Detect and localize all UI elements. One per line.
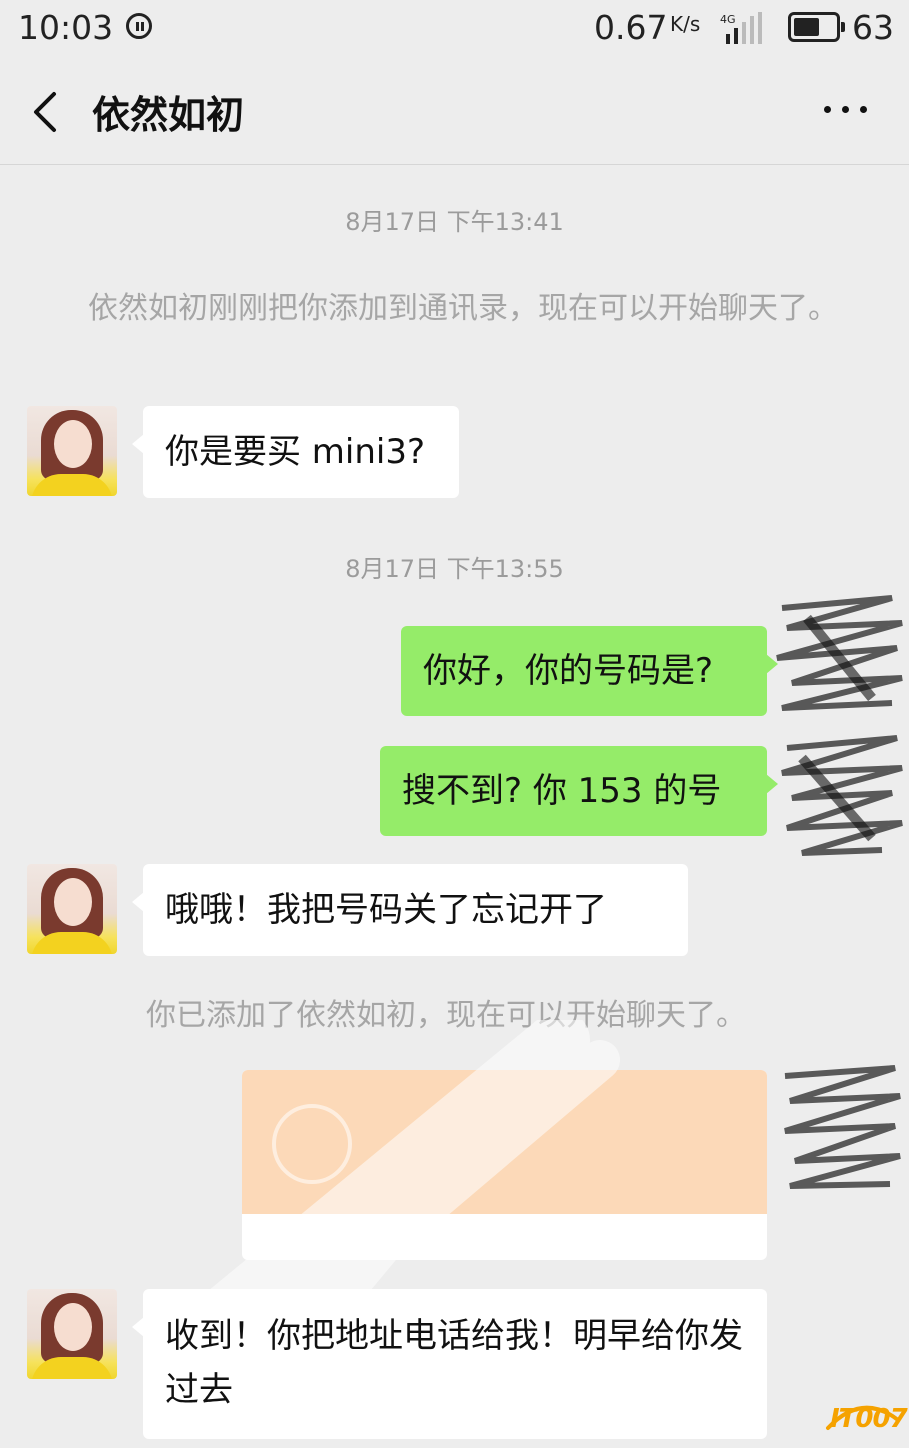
message-text: 哦哦！我把号码关了忘记开了 bbox=[165, 890, 607, 930]
battery-level: 63 bbox=[852, 8, 894, 47]
message-bubble-incoming[interactable]: 你是要买 mini3? bbox=[132, 406, 459, 498]
redaction-scribble bbox=[770, 1056, 909, 1196]
more-button[interactable] bbox=[820, 100, 870, 120]
chat-title: 依然如初 bbox=[92, 93, 245, 137]
message-bubble-incoming[interactable]: 收到！你把地址电话给我！明早给你发过去 bbox=[132, 1289, 767, 1439]
card-message[interactable] bbox=[242, 1070, 767, 1260]
message-text: 你是要买 mini3? bbox=[165, 432, 426, 472]
avatar[interactable] bbox=[27, 864, 117, 954]
network-type: 4G bbox=[720, 13, 736, 26]
message-bubble-incoming[interactable]: 哦哦！我把号码关了忘记开了 bbox=[132, 864, 688, 956]
status-time: 10:03 bbox=[18, 8, 114, 47]
watermark-text: IT007 bbox=[830, 1404, 908, 1434]
pause-icon bbox=[126, 13, 152, 39]
timestamp: 8月17日 下午13:41 bbox=[345, 208, 564, 236]
back-button[interactable] bbox=[26, 90, 66, 134]
message-text: 搜不到? 你 153 的号 bbox=[402, 771, 722, 811]
system-message: 你已添加了依然如初，现在可以开始聊天了。 bbox=[146, 998, 746, 1033]
status-bar: 10:03 0.67 K/s 4G 63 bbox=[0, 0, 909, 58]
watermark-logo: IT007 bbox=[822, 1398, 908, 1442]
more-dots-icon bbox=[824, 106, 831, 113]
signal-icon: 4G bbox=[720, 12, 768, 44]
network-speed-unit: K/s bbox=[670, 12, 701, 36]
message-text: 你好，你的号码是? bbox=[423, 651, 714, 691]
network-speed: 0.67 bbox=[594, 8, 668, 47]
battery-fill bbox=[794, 18, 819, 36]
avatar[interactable] bbox=[27, 1289, 117, 1379]
message-text: 收到！你把地址电话给我！明早给你发过去 bbox=[165, 1316, 743, 1410]
message-bubble-outgoing[interactable]: 搜不到? 你 153 的号 bbox=[380, 746, 778, 836]
avatar[interactable] bbox=[27, 406, 117, 496]
chevron-left-icon bbox=[34, 92, 56, 132]
card-icon bbox=[272, 1104, 352, 1184]
chat-header: 依然如初 bbox=[0, 60, 909, 165]
system-message: 依然如初刚刚把你添加到通讯录，现在可以开始聊天了。 bbox=[88, 291, 838, 326]
battery-icon bbox=[788, 12, 845, 42]
redaction-scribble bbox=[762, 588, 909, 870]
message-bubble-outgoing[interactable]: 你好，你的号码是? bbox=[401, 626, 778, 716]
timestamp: 8月17日 下午13:55 bbox=[345, 555, 564, 583]
